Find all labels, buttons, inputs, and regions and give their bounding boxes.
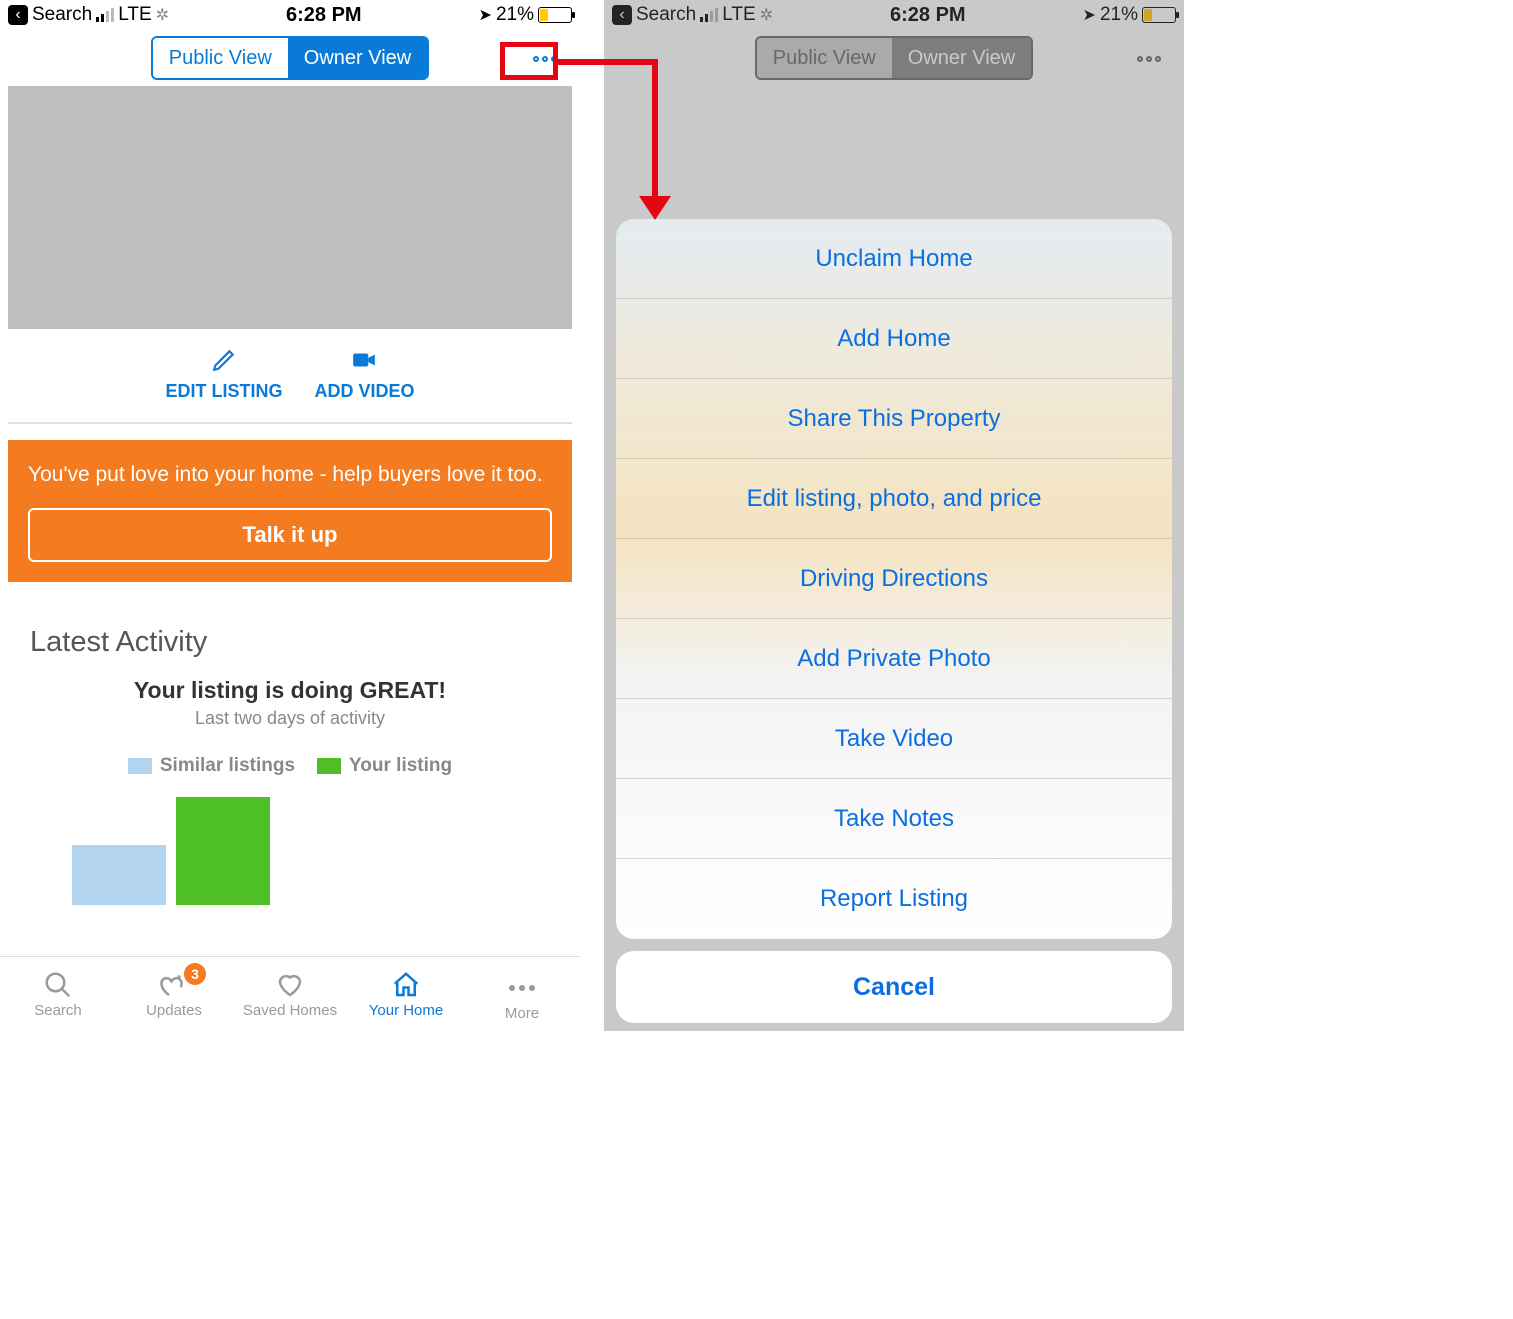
back-chevron-icon[interactable]: ‹ [8,5,28,25]
sheet-cancel-button[interactable]: Cancel [616,951,1172,1023]
edit-listing-button[interactable]: EDIT LISTING [165,347,282,402]
status-bar: ‹ Search LTE ✲ 6:28 PM ➤ 21% [604,0,1184,30]
sheet-unclaim-home[interactable]: Unclaim Home [616,219,1172,299]
screen-before: ‹ Search LTE ✲ 6:28 PM ➤ 21% Public View… [0,0,580,1031]
sheet-share-property[interactable]: Share This Property [616,379,1172,459]
annotation-highlight-box [500,42,558,80]
bar-chart [30,795,550,905]
carrier-label: LTE [118,4,151,26]
view-segment[interactable]: Public View Owner View [151,36,429,80]
talk-it-up-button[interactable]: Talk it up [28,508,552,562]
action-sheet-list: Unclaim Home Add Home Share This Propert… [616,219,1172,939]
add-video-button[interactable]: ADD VIDEO [314,347,414,402]
back-chevron-icon[interactable]: ‹ [612,5,632,25]
sheet-add-home[interactable]: Add Home [616,299,1172,379]
sheet-take-video[interactable]: Take Video [616,699,1172,779]
pencil-icon [211,347,237,373]
status-time: 6:28 PM [286,4,362,27]
tab-more[interactable]: More [464,957,580,1031]
latest-activity-card: Latest Activity Your listing is doing GR… [8,604,572,927]
legend-similar: Similar listings [128,755,295,777]
swatch-yours-icon [317,758,341,774]
bar-similar [72,845,166,905]
location-icon: ➤ [479,5,492,25]
swatch-similar-icon [128,758,152,774]
status-back-label[interactable]: Search [32,4,92,26]
more-icon [1137,56,1161,62]
annotation-arrow-head-icon [639,196,671,220]
annotation-arrow-horizontal [558,59,658,65]
latest-activity-heading: Latest Activity [30,626,550,659]
tab-search-label: Search [34,1002,82,1019]
home-icon [391,970,421,1000]
location-icon: ➤ [1083,5,1096,25]
signal-icon [96,8,114,22]
segment-public[interactable]: Public View [153,38,288,78]
more-tab-icon [509,973,535,1003]
nav-bar: Public View Owner View [0,30,580,86]
more-button [1128,44,1170,74]
tab-search[interactable]: Search [0,957,116,1031]
edit-listing-label: EDIT LISTING [165,381,282,402]
legend-yours-label: Your listing [349,755,452,777]
legend-yours: Your listing [317,755,452,777]
chart-title: Your listing is doing GREAT! [30,677,550,704]
tab-your-home-label: Your Home [369,1002,444,1019]
add-video-label: ADD VIDEO [314,381,414,402]
tab-your-home[interactable]: Your Home [348,957,464,1031]
signal-icon [700,8,718,22]
chart-legend: Similar listings Your listing [30,755,550,777]
sheet-report-listing[interactable]: Report Listing [616,859,1172,939]
legend-similar-label: Similar listings [160,755,295,777]
screen-action-sheet: ‹ Search LTE ✲ 6:28 PM ➤ 21% Public View… [604,0,1184,1031]
loading-spinner-icon: ✲ [760,5,773,25]
updates-badge: 3 [184,963,206,985]
chart-subtitle: Last two days of activity [30,708,550,729]
sheet-add-private-photo[interactable]: Add Private Photo [616,619,1172,699]
battery-pct: 21% [1100,4,1138,26]
battery-icon [1142,7,1176,23]
nav-bar: Public View Owner View [604,30,1184,86]
segment-owner: Owner View [892,38,1031,78]
status-bar: ‹ Search LTE ✲ 6:28 PM ➤ 21% [0,0,580,30]
loading-spinner-icon: ✲ [156,5,169,25]
tab-more-label: More [505,1005,539,1022]
listing-actions-row: EDIT LISTING ADD VIDEO [8,329,572,424]
tab-updates-label: Updates [146,1002,202,1019]
sheet-edit-listing[interactable]: Edit listing, photo, and price [616,459,1172,539]
carrier-label: LTE [722,4,755,26]
tab-saved-label: Saved Homes [243,1002,337,1019]
annotation-arrow-vertical [652,59,658,199]
sheet-driving-directions[interactable]: Driving Directions [616,539,1172,619]
status-back-label[interactable]: Search [636,4,696,26]
segment-owner[interactable]: Owner View [288,38,427,78]
tab-bar: Search 3 Updates Saved Homes Your Home M… [0,956,580,1031]
status-time: 6:28 PM [890,4,966,27]
video-icon [351,347,377,373]
promo-banner: You've put love into your home - help bu… [8,440,572,582]
battery-pct: 21% [496,4,534,26]
action-sheet: Unclaim Home Add Home Share This Propert… [616,219,1172,1023]
tab-saved-homes[interactable]: Saved Homes [232,957,348,1031]
bar-yours [176,797,270,905]
listing-photo-placeholder[interactable] [8,86,572,329]
heart-icon [275,970,305,1000]
battery-icon [538,7,572,23]
promo-text: You've put love into your home - help bu… [28,460,552,490]
tab-updates[interactable]: 3 Updates [116,957,232,1031]
search-icon [43,970,73,1000]
sheet-take-notes[interactable]: Take Notes [616,779,1172,859]
segment-public: Public View [757,38,892,78]
view-segment: Public View Owner View [755,36,1033,80]
